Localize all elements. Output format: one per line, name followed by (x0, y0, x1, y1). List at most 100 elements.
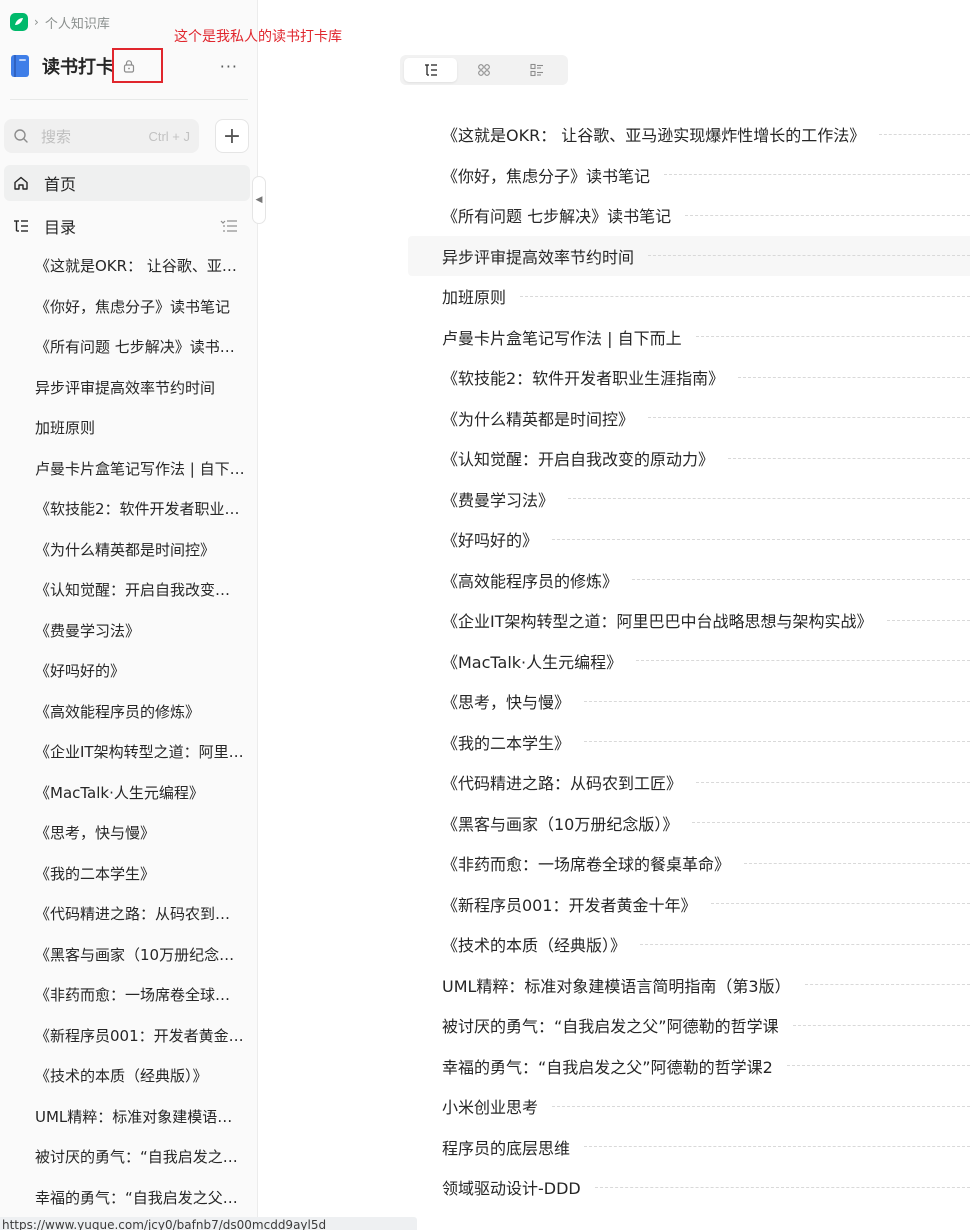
more-options-icon[interactable]: ··· (220, 57, 238, 76)
toc-item-title: 领域驱动设计-DDD (442, 1179, 581, 1199)
toc-leader-dots (632, 579, 970, 581)
sidebar-doc-item[interactable]: 《为什么精英都是时间控》 (35, 530, 245, 571)
chevron-left-icon: ◀ (255, 195, 263, 205)
yuque-logo-icon[interactable] (10, 13, 28, 31)
toc-item[interactable]: 《我的二本学生》 (408, 722, 970, 763)
toc-leader-dots (685, 214, 970, 216)
sidebar-doc-item[interactable]: 《费曼学习法》 (35, 611, 245, 652)
sidebar-doc-item[interactable]: 卢曼卡片盒笔记写作法 | 自下而上 (35, 449, 245, 490)
toc-item[interactable]: 异步评审提高效率节约时间 (408, 235, 970, 276)
toc-item-title: UML精粹：标准对象建模语言简明指南（第3版） (442, 976, 791, 996)
toc-item[interactable]: 《企业IT架构转型之道：阿里巴巴中台战略思想与架构实战》 (408, 600, 970, 641)
chevron-right-icon: › (34, 15, 39, 29)
collapse-sidebar-button[interactable]: ◀ (252, 176, 266, 224)
view-switcher (400, 55, 568, 85)
sidebar-doc-item[interactable]: 《你好，焦虑分子》读书笔记 (35, 287, 245, 328)
toc-leader-dots (584, 1146, 970, 1148)
toc-item[interactable]: 《非药而愈：一场席卷全球的餐桌革命》 (408, 843, 970, 884)
toc-item-title: 程序员的底层思维 (442, 1138, 571, 1158)
toc-item-title: 《企业IT架构转型之道：阿里巴巴中台战略思想与架构实战》 (442, 612, 873, 632)
view-toc-button[interactable] (404, 58, 457, 82)
toc-item[interactable]: 程序员的底层思维 (408, 1127, 970, 1168)
toc-item[interactable]: UML精粹：标准对象建模语言简明指南（第3版） (408, 965, 970, 1006)
toc-item[interactable]: 领域驱动设计-DDD (408, 1167, 970, 1208)
book-icon (11, 55, 29, 77)
toc-item[interactable]: 《高效能程序员的修炼》 (408, 560, 970, 601)
toc-leader-dots (664, 174, 970, 176)
sidebar-item-label: 首页 (44, 175, 77, 194)
home-icon (14, 176, 28, 190)
toc-item-title: 加班原则 (442, 288, 507, 308)
view-list-button[interactable] (510, 58, 563, 82)
sidebar-doc-item[interactable]: 《思考，快与慢》 (35, 813, 245, 854)
sidebar-doc-item[interactable]: 《企业IT架构转型之道：阿里巴巴中台战略思想与架构实战》 (35, 732, 245, 773)
sidebar-doc-item[interactable]: 《这就是OKR： 让谷歌、亚马逊实现爆炸性增长的工作法》 (35, 246, 245, 287)
toc-item-title: 《MacTalk·人生元编程》 (442, 652, 623, 672)
sidebar-item-toc[interactable]: 目录 (4, 208, 250, 244)
toc-item[interactable]: 幸福的勇气：“自我启发之父”阿德勒的哲学课2 (408, 1046, 970, 1087)
toc-item[interactable]: 《为什么精英都是时间控》 (408, 398, 970, 439)
toc-item[interactable]: 卢曼卡片盒笔记写作法 | 自下而上 (408, 317, 970, 358)
sidebar-item-home[interactable]: 首页 (4, 165, 250, 201)
sidebar-doc-item[interactable]: 异步评审提高效率节约时间 (35, 368, 245, 409)
annotation-box (112, 48, 163, 83)
toc-item[interactable]: 《软技能2：软件开发者职业生涯指南》 (408, 357, 970, 398)
toc-item-title: 幸福的勇气：“自我启发之父”阿德勒的哲学课2 (442, 1057, 773, 1077)
sidebar-doc-item[interactable]: 《黑客与画家（10万册纪念版）》 (35, 935, 245, 976)
toc-item-title: 《思考，快与慢》 (442, 693, 571, 713)
toc-item[interactable]: 《技术的本质（经典版）》 (408, 924, 970, 965)
sidebar-doc-list: 《这就是OKR： 让谷歌、亚马逊实现爆炸性增长的工作法》《你好，焦虑分子》读书笔… (35, 246, 245, 1218)
toc-mode-icon[interactable] (220, 218, 238, 234)
toc-leader-dots (792, 1024, 970, 1026)
toc-item[interactable]: 《思考，快与慢》 (408, 681, 970, 722)
toc-item[interactable]: 《好吗好的》 (408, 519, 970, 560)
sidebar-doc-item[interactable]: 《认知觉醒：开启自我改变的原动力》 (35, 570, 245, 611)
search-placeholder: 搜索 (41, 127, 72, 146)
toc-view-icon (424, 64, 437, 76)
toc-leader-dots (738, 376, 970, 378)
toc-item[interactable]: 加班原则 (408, 276, 970, 317)
plus-icon: + (222, 123, 242, 149)
sidebar-doc-item[interactable]: 加班原则 (35, 408, 245, 449)
toc-item[interactable]: 《认知觉醒：开启自我改变的原动力》 (408, 438, 970, 479)
toc-leader-dots (710, 903, 970, 905)
sidebar-doc-item[interactable]: 《新程序员001：开发者黄金十年》 (35, 1016, 245, 1057)
toc-leader-dots (568, 498, 970, 500)
sidebar-doc-item[interactable]: UML精粹：标准对象建模语言简明指南（第3版） (35, 1097, 245, 1138)
annotation-text: 这个是我私人的读书打卡库 (174, 29, 342, 45)
sidebar-doc-item[interactable]: 《代码精进之路：从码农到工匠》 (35, 894, 245, 935)
sidebar-doc-item[interactable]: 《非药而愈：一场席卷全球的餐桌革命》 (35, 975, 245, 1016)
toc-item-title: 《新程序员001：开发者黄金十年》 (442, 895, 697, 915)
toc-item-title: 《你好，焦虑分子》读书笔记 (442, 166, 651, 186)
toc-item[interactable]: 《你好，焦虑分子》读书笔记 (408, 155, 970, 196)
toc-item[interactable]: 《新程序员001：开发者黄金十年》 (408, 884, 970, 925)
add-button[interactable]: + (215, 119, 249, 153)
toc-item[interactable]: 《黑客与画家（10万册纪念版）》 (408, 803, 970, 844)
sidebar-doc-item[interactable]: 《软技能2：软件开发者职业生涯指南》 (35, 489, 245, 530)
toc-leader-dots (636, 660, 970, 662)
toc-item-title: 《为什么精英都是时间控》 (442, 409, 635, 429)
toc-item[interactable]: 《费曼学习法》 (408, 479, 970, 520)
toc-leader-dots (886, 619, 970, 621)
sidebar-doc-item[interactable]: 《好吗好的》 (35, 651, 245, 692)
toc-item[interactable]: 《MacTalk·人生元编程》 (408, 641, 970, 682)
toc-item[interactable]: 被讨厌的勇气：“自我启发之父”阿德勒的哲学课 (408, 1005, 970, 1046)
breadcrumb-space[interactable]: 个人知识库 (45, 13, 110, 32)
search-input[interactable]: 搜索 Ctrl + J (4, 119, 199, 153)
toc-item[interactable]: 《代码精进之路：从码农到工匠》 (408, 762, 970, 803)
search-icon (14, 129, 28, 143)
toc-item-title: 《我的二本学生》 (442, 733, 571, 753)
toc-item[interactable]: 《这就是OKR： 让谷歌、亚马逊实现爆炸性增长的工作法》 (408, 114, 970, 155)
sidebar-doc-item[interactable]: 《所有问题 七步解决》读书笔记 (35, 327, 245, 368)
sidebar-doc-item[interactable]: 被讨厌的勇气：“自我启发之父”阿德勒的哲学课 (35, 1137, 245, 1178)
view-grid-button[interactable] (457, 58, 510, 82)
toc-leader-dots (728, 457, 970, 459)
sidebar-doc-item[interactable]: 《技术的本质（经典版）》 (35, 1056, 245, 1097)
toc-item[interactable]: 小米创业思考 (408, 1086, 970, 1127)
sidebar-doc-item[interactable]: 《我的二本学生》 (35, 854, 245, 895)
sidebar-doc-item[interactable]: 《高效能程序员的修炼》 (35, 692, 245, 733)
toc-item[interactable]: 《所有问题 七步解决》读书笔记 (408, 195, 970, 236)
sidebar-doc-item[interactable]: 《MacTalk·人生元编程》 (35, 773, 245, 814)
sidebar-doc-item[interactable]: 幸福的勇气：“自我启发之父”阿德勒的哲学课2 (35, 1178, 245, 1219)
sidebar-item-label: 目录 (44, 218, 77, 237)
